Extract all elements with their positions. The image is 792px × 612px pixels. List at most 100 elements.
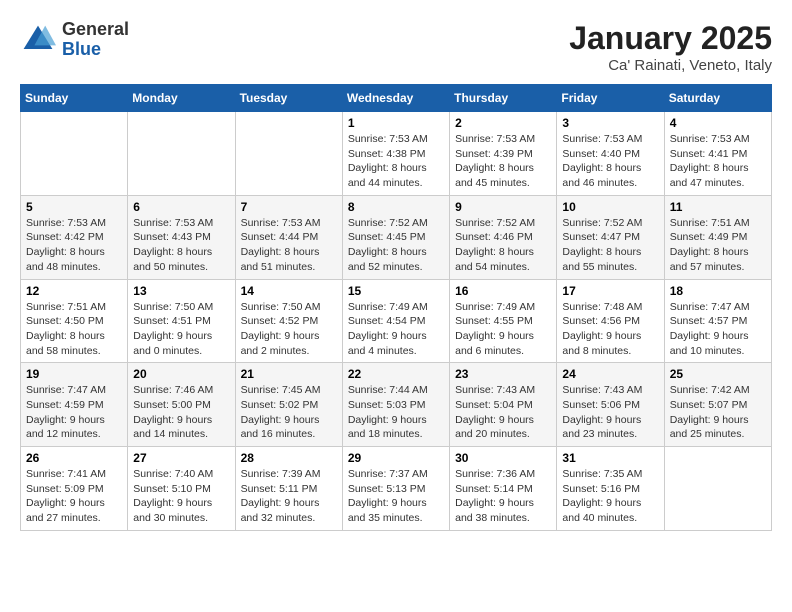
day-number: 26 (26, 451, 122, 465)
calendar-cell: 15 Sunrise: 7:49 AM Sunset: 4:54 PM Dayli… (342, 279, 449, 363)
day-number: 3 (562, 116, 658, 130)
calendar-cell: 17 Sunrise: 7:48 AM Sunset: 4:56 PM Dayli… (557, 279, 664, 363)
day-number: 16 (455, 284, 551, 298)
page-header: General Blue January 2025 Ca' Rainati, V… (20, 20, 772, 74)
day-number: 11 (670, 200, 766, 214)
month-title: January 2025 (569, 20, 772, 57)
day-number: 27 (133, 451, 229, 465)
calendar-week-row: 5Sunrise: 7:53 AM Sunset: 4:42 PM Daylig… (21, 195, 772, 279)
calendar-cell: 24Sunrise: 7:43 AM Sunset: 5:06 PM Dayli… (557, 363, 664, 447)
day-info: Sunrise: 7:49 AM Sunset: 4:54 PM Dayligh… (348, 300, 444, 359)
day-info: Sunrise: 7:36 AM Sunset: 5:14 PM Dayligh… (455, 467, 551, 526)
calendar-cell (664, 447, 771, 531)
day-info: Sunrise: 7:53 AM Sunset: 4:39 PM Dayligh… (455, 132, 551, 191)
day-info: Sunrise: 7:47 AM Sunset: 4:57 PM Dayligh… (670, 300, 766, 359)
day-number: 9 (455, 200, 551, 214)
calendar-week-row: 19 Sunrise: 7:47 AM Sunset: 4:59 PM Dayli… (21, 363, 772, 447)
day-info: Sunrise: 7:53 AM Sunset: 4:43 PM Dayligh… (133, 216, 229, 275)
calendar-cell: 10 Sunrise: 7:52 AM Sunset: 4:47 PM Dayli… (557, 195, 664, 279)
day-number: 2 (455, 116, 551, 130)
day-info: Sunrise: 7:44 AM Sunset: 5:03 PM Dayligh… (348, 383, 444, 442)
logo-text: General Blue (62, 20, 129, 60)
calendar-cell: 22 Sunrise: 7:44 AM Sunset: 5:03 PM Dayli… (342, 363, 449, 447)
day-number: 1 (348, 116, 444, 130)
day-number: 10 (562, 200, 658, 214)
day-info: Sunrise: 7:49 AM Sunset: 4:55 PM Dayligh… (455, 300, 551, 359)
day-info: Sunrise: 7:41 AM Sunset: 5:09 PM Dayligh… (26, 467, 122, 526)
calendar-cell: 25 Sunrise: 7:42 AM Sunset: 5:07 PM Dayli… (664, 363, 771, 447)
day-number: 12 (26, 284, 122, 298)
title-block: January 2025 Ca' Rainati, Veneto, Italy (569, 20, 772, 74)
calendar-cell: 16 Sunrise: 7:49 AM Sunset: 4:55 PM Dayli… (450, 279, 557, 363)
logo-general: General (62, 20, 129, 40)
calendar-cell: 26 Sunrise: 7:41 AM Sunset: 5:09 PM Dayli… (21, 447, 128, 531)
day-info: Sunrise: 7:40 AM Sunset: 5:10 PM Dayligh… (133, 467, 229, 526)
day-number: 25 (670, 367, 766, 381)
calendar-week-row: 26 Sunrise: 7:41 AM Sunset: 5:09 PM Dayli… (21, 447, 772, 531)
day-info: Sunrise: 7:39 AM Sunset: 5:11 PM Dayligh… (241, 467, 337, 526)
calendar-week-row: 12 Sunrise: 7:51 AM Sunset: 4:50 PM Dayli… (21, 279, 772, 363)
day-info: Sunrise: 7:48 AM Sunset: 4:56 PM Dayligh… (562, 300, 658, 359)
location: Ca' Rainati, Veneto, Italy (569, 57, 772, 74)
day-number: 20 (133, 367, 229, 381)
calendar-cell: 5Sunrise: 7:53 AM Sunset: 4:42 PM Daylig… (21, 195, 128, 279)
day-number: 18 (670, 284, 766, 298)
weekday-header: Friday (557, 85, 664, 112)
calendar-cell (235, 112, 342, 196)
day-info: Sunrise: 7:42 AM Sunset: 5:07 PM Dayligh… (670, 383, 766, 442)
day-number: 14 (241, 284, 337, 298)
day-number: 29 (348, 451, 444, 465)
day-info: Sunrise: 7:53 AM Sunset: 4:40 PM Dayligh… (562, 132, 658, 191)
calendar-cell: 18 Sunrise: 7:47 AM Sunset: 4:57 PM Dayli… (664, 279, 771, 363)
calendar-cell: 14 Sunrise: 7:50 AM Sunset: 4:52 PM Dayli… (235, 279, 342, 363)
calendar-cell (128, 112, 235, 196)
day-number: 22 (348, 367, 444, 381)
day-info: Sunrise: 7:50 AM Sunset: 4:51 PM Dayligh… (133, 300, 229, 359)
weekday-header: Sunday (21, 85, 128, 112)
calendar-cell: 8 Sunrise: 7:52 AM Sunset: 4:45 PM Daylig… (342, 195, 449, 279)
day-number: 19 (26, 367, 122, 381)
day-number: 5 (26, 200, 122, 214)
calendar-cell: 12 Sunrise: 7:51 AM Sunset: 4:50 PM Dayli… (21, 279, 128, 363)
weekday-header: Monday (128, 85, 235, 112)
calendar-cell: 13Sunrise: 7:50 AM Sunset: 4:51 PM Dayli… (128, 279, 235, 363)
day-number: 30 (455, 451, 551, 465)
day-number: 21 (241, 367, 337, 381)
day-info: Sunrise: 7:37 AM Sunset: 5:13 PM Dayligh… (348, 467, 444, 526)
day-info: Sunrise: 7:43 AM Sunset: 5:06 PM Dayligh… (562, 383, 658, 442)
calendar-cell: 20 Sunrise: 7:46 AM Sunset: 5:00 PM Dayli… (128, 363, 235, 447)
day-number: 15 (348, 284, 444, 298)
weekday-header: Saturday (664, 85, 771, 112)
day-number: 4 (670, 116, 766, 130)
calendar-cell: 2 Sunrise: 7:53 AM Sunset: 4:39 PM Daylig… (450, 112, 557, 196)
weekday-header: Wednesday (342, 85, 449, 112)
day-number: 23 (455, 367, 551, 381)
day-number: 6 (133, 200, 229, 214)
day-info: Sunrise: 7:53 AM Sunset: 4:41 PM Dayligh… (670, 132, 766, 191)
day-info: Sunrise: 7:51 AM Sunset: 4:49 PM Dayligh… (670, 216, 766, 275)
calendar-cell: 30 Sunrise: 7:36 AM Sunset: 5:14 PM Dayli… (450, 447, 557, 531)
day-info: Sunrise: 7:52 AM Sunset: 4:45 PM Dayligh… (348, 216, 444, 275)
day-info: Sunrise: 7:52 AM Sunset: 4:46 PM Dayligh… (455, 216, 551, 275)
calendar-cell: 6 Sunrise: 7:53 AM Sunset: 4:43 PM Daylig… (128, 195, 235, 279)
calendar-table: SundayMondayTuesdayWednesdayThursdayFrid… (20, 84, 772, 531)
calendar-cell: 23 Sunrise: 7:43 AM Sunset: 5:04 PM Dayli… (450, 363, 557, 447)
logo-icon (20, 22, 56, 58)
day-info: Sunrise: 7:51 AM Sunset: 4:50 PM Dayligh… (26, 300, 122, 359)
day-info: Sunrise: 7:43 AM Sunset: 5:04 PM Dayligh… (455, 383, 551, 442)
logo-blue: Blue (62, 40, 129, 60)
weekday-header: Tuesday (235, 85, 342, 112)
day-number: 7 (241, 200, 337, 214)
day-number: 8 (348, 200, 444, 214)
calendar-cell (21, 112, 128, 196)
day-info: Sunrise: 7:45 AM Sunset: 5:02 PM Dayligh… (241, 383, 337, 442)
weekday-header: Thursday (450, 85, 557, 112)
calendar-cell: 31Sunrise: 7:35 AM Sunset: 5:16 PM Dayli… (557, 447, 664, 531)
day-number: 17 (562, 284, 658, 298)
calendar-cell: 9 Sunrise: 7:52 AM Sunset: 4:46 PM Daylig… (450, 195, 557, 279)
day-info: Sunrise: 7:47 AM Sunset: 4:59 PM Dayligh… (26, 383, 122, 442)
day-info: Sunrise: 7:46 AM Sunset: 5:00 PM Dayligh… (133, 383, 229, 442)
day-info: Sunrise: 7:52 AM Sunset: 4:47 PM Dayligh… (562, 216, 658, 275)
calendar-cell: 1Sunrise: 7:53 AM Sunset: 4:38 PM Daylig… (342, 112, 449, 196)
day-info: Sunrise: 7:50 AM Sunset: 4:52 PM Dayligh… (241, 300, 337, 359)
